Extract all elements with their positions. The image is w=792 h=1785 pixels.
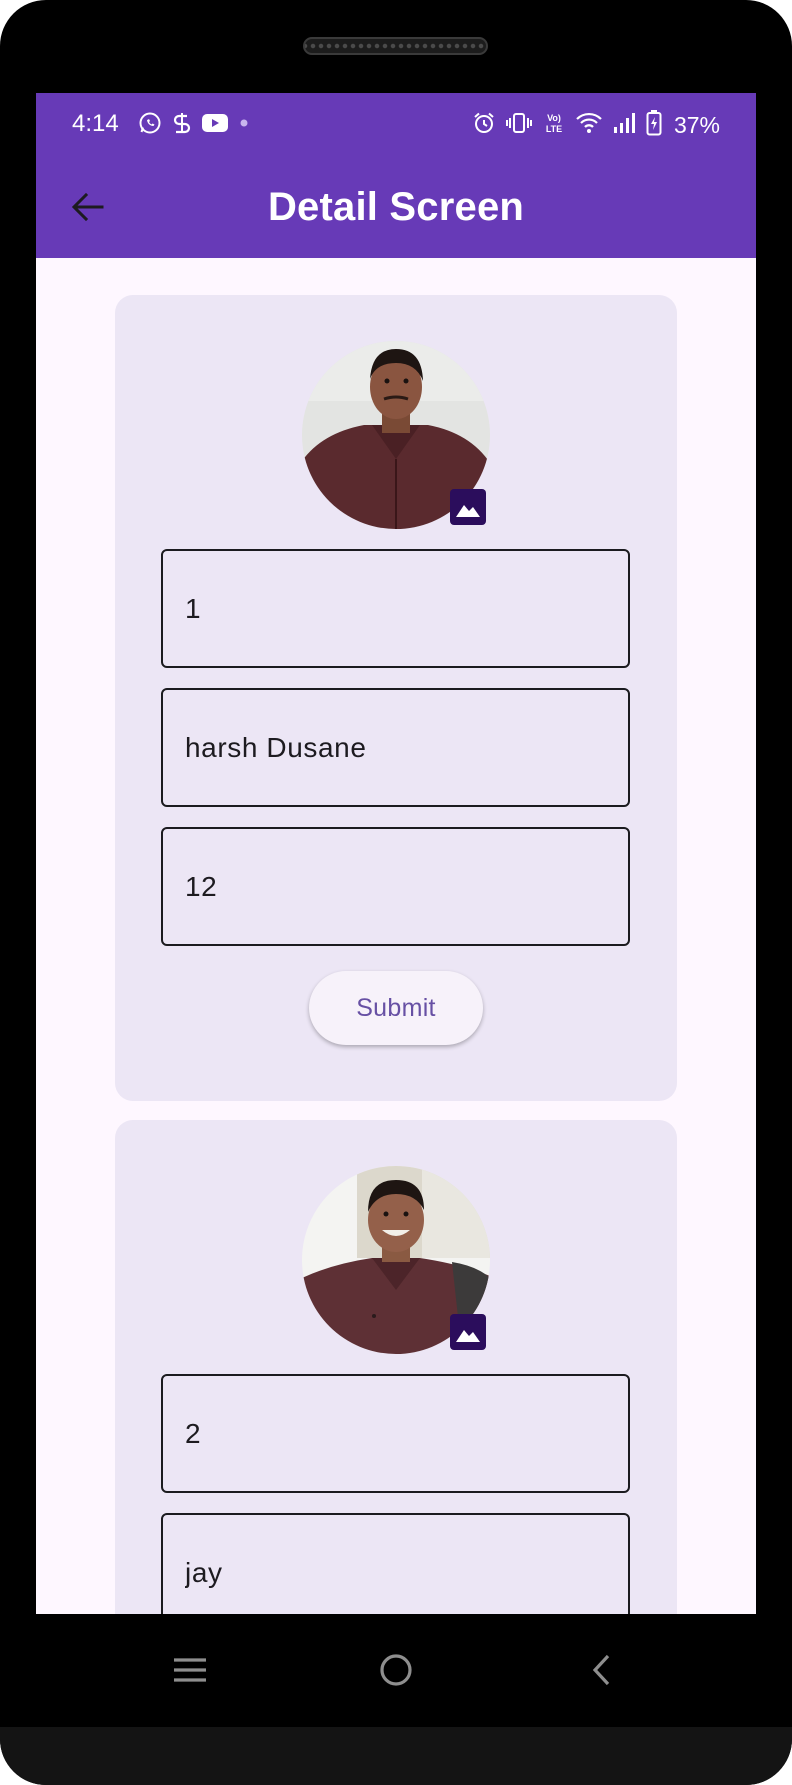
app-screen: 4:14 Vo) LTE 37% Detail Screen 1 harsh D…	[36, 93, 756, 1614]
alarm-icon	[472, 111, 496, 140]
wifi-icon	[576, 111, 602, 140]
status-notification-icons	[138, 111, 250, 139]
notification-dot-icon	[238, 116, 250, 134]
battery-charging-icon	[646, 109, 662, 141]
app-bar: Detail Screen	[36, 157, 756, 258]
battery-percent: 37%	[673, 111, 720, 138]
phone-chin	[0, 1727, 792, 1785]
change-image-button[interactable]	[450, 489, 486, 525]
user-card: Submit	[115, 295, 677, 1101]
image-icon	[456, 1330, 480, 1342]
volte-icon: Vo) LTE	[542, 111, 566, 140]
avatar-picker[interactable]	[302, 1166, 490, 1354]
number-input[interactable]	[163, 829, 628, 944]
name-input[interactable]	[163, 1515, 628, 1614]
signal-icon	[612, 111, 636, 140]
page-title: Detail Screen	[267, 185, 525, 229]
name-field[interactable]	[161, 1513, 630, 1614]
home-button[interactable]	[366, 1642, 426, 1698]
recent-apps-button[interactable]	[160, 1642, 220, 1698]
home-icon	[380, 1654, 412, 1686]
system-nav-bar	[36, 1614, 756, 1727]
status-system-icons: Vo) LTE 37%	[472, 109, 720, 141]
id-field[interactable]	[161, 1374, 630, 1493]
back-icon	[592, 1654, 610, 1686]
recent-apps-icon	[174, 1658, 206, 1682]
nav-back-button[interactable]	[572, 1642, 632, 1698]
svg-text:LTE: LTE	[546, 124, 562, 134]
image-icon	[456, 505, 480, 517]
submit-button[interactable]: Submit	[309, 971, 483, 1045]
name-input[interactable]	[163, 690, 628, 805]
phone-frame: 4:14 Vo) LTE 37% Detail Screen 1 harsh D…	[0, 0, 792, 1785]
speaker-grille	[303, 37, 488, 55]
detail-list[interactable]: Submit	[36, 258, 756, 1614]
avatar-picker[interactable]	[302, 341, 490, 529]
name-field[interactable]	[161, 688, 630, 807]
status-bar: 4:14 Vo) LTE 37%	[36, 93, 756, 157]
svg-text:Vo): Vo)	[547, 113, 561, 123]
change-image-button[interactable]	[450, 1314, 486, 1350]
youtube-icon	[202, 113, 228, 138]
number-field[interactable]	[161, 827, 630, 946]
sync-icon	[172, 111, 192, 140]
id-input[interactable]	[163, 1376, 628, 1491]
whatsapp-icon	[138, 111, 162, 140]
id-field[interactable]	[161, 549, 630, 668]
id-input[interactable]	[163, 551, 628, 666]
user-card	[115, 1120, 677, 1614]
vibrate-icon	[505, 111, 532, 140]
status-time: 4:14	[72, 110, 119, 137]
